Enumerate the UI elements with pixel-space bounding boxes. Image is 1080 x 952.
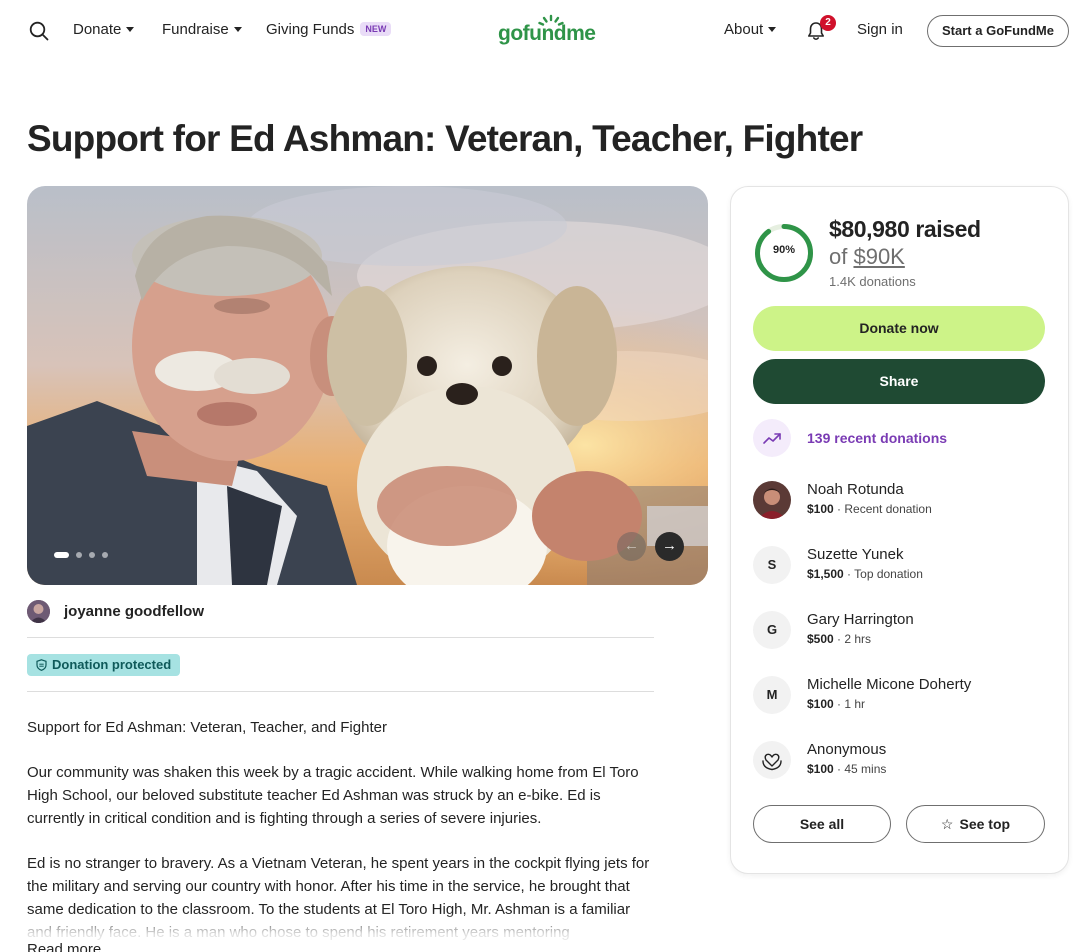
new-badge: NEW	[360, 22, 392, 36]
donor-note: · 1 hr	[833, 697, 866, 711]
donor-meta: $500 · 2 hrs	[807, 632, 871, 646]
search-icon[interactable]	[28, 20, 50, 42]
organizer-name[interactable]: joyanne goodfellow	[64, 603, 204, 620]
see-all-button[interactable]: See all	[753, 805, 891, 843]
divider	[27, 637, 654, 638]
nav-fundraise-label: Fundraise	[162, 21, 229, 38]
donor-meta: $100 · Recent donation	[807, 502, 932, 516]
heart-hands-icon	[753, 741, 791, 779]
gofundme-logo[interactable]: gofundme	[498, 14, 602, 48]
donor-name: Suzette Yunek	[807, 546, 904, 563]
site-header: Donate Fundraise Giving Funds NEW gofundm…	[0, 0, 1080, 62]
donor-note: · 45 mins	[833, 762, 887, 776]
donor-name: Anonymous	[807, 741, 887, 758]
gallery-next-button[interactable]: →	[655, 532, 684, 561]
donor-meta: $1,500 · Top donation	[807, 567, 923, 581]
hero-photo	[27, 186, 708, 585]
share-button[interactable]: Share	[753, 359, 1045, 404]
donate-now-button[interactable]: Donate now	[753, 306, 1045, 351]
donor-amount: $100	[807, 762, 834, 776]
story-fade-overlay	[0, 912, 700, 952]
chevron-down-icon	[126, 27, 135, 32]
start-gofundme-button[interactable]: Start a GoFundMe	[927, 15, 1069, 47]
donor-note: · Recent donation	[833, 502, 932, 516]
nav-fundraise[interactable]: Fundraise	[162, 21, 242, 38]
donor-initial-avatar: M	[753, 676, 791, 714]
donation-protected-badge[interactable]: Donation protected	[27, 654, 181, 676]
donor-meta: $100 · 1 hr	[807, 697, 865, 711]
shield-icon	[36, 659, 47, 671]
see-top-button[interactable]: ☆ See top	[906, 805, 1045, 843]
logo-text: gofundme	[498, 22, 596, 45]
donor-initial-avatar: S	[753, 546, 791, 584]
sign-in-link[interactable]: Sign in	[857, 21, 903, 38]
donor-name: Noah Rotunda	[807, 481, 904, 498]
page-title: Support for Ed Ashman: Veteran, Teacher,…	[27, 118, 863, 159]
donor-avatar	[753, 481, 791, 519]
nav-about-label: About	[724, 21, 764, 38]
recent-donations-link[interactable]: 139 recent donations	[807, 430, 947, 446]
donor-name: Michelle Micone Doherty	[807, 676, 972, 693]
donor-note: · Top donation	[843, 567, 923, 581]
donor-amount: $500	[807, 632, 834, 646]
donor-name: Gary Harrington	[807, 611, 914, 628]
chevron-down-icon	[768, 27, 777, 32]
donor-item: G Gary Harrington $500 · 2 hrs	[753, 611, 1053, 651]
donor-initial-avatar: G	[753, 611, 791, 649]
trending-up-icon	[753, 419, 791, 457]
donor-note: · 2 hrs	[833, 632, 872, 646]
donor-amount: $100	[807, 697, 834, 711]
star-icon: ☆	[940, 816, 954, 832]
notification-count-badge: 2	[820, 15, 836, 31]
donor-avatar-photo	[753, 481, 791, 519]
nav-giving-funds[interactable]: Giving Funds NEW	[266, 21, 392, 38]
donor-item: M Michelle Micone Doherty $100 · 1 hr	[753, 676, 1053, 716]
arrow-left-icon: ←	[624, 537, 639, 554]
divider	[27, 691, 654, 692]
campaign-hero-image[interactable]	[27, 186, 708, 585]
read-more-link[interactable]: Read more	[27, 941, 101, 952]
goal-prefix: of	[829, 244, 854, 269]
donor-item: S Suzette Yunek $1,500 · Top donation	[753, 546, 1053, 586]
donor-amount: $1,500	[807, 567, 844, 581]
progress-percent: 90%	[772, 244, 796, 256]
nav-about[interactable]: About	[724, 21, 777, 38]
donor-meta: $100 · 45 mins	[807, 762, 886, 776]
donor-item: Anonymous $100 · 45 mins	[753, 741, 1053, 781]
amount-raised: $80,980 raised	[829, 216, 981, 242]
gallery-dot[interactable]	[54, 552, 69, 558]
nav-donate[interactable]: Donate	[73, 21, 135, 38]
gallery-prev-button[interactable]: ←	[617, 532, 646, 561]
goal-amount: of $90K	[829, 244, 905, 270]
gallery-dot[interactable]	[89, 552, 95, 558]
nav-donate-label: Donate	[73, 21, 122, 38]
organizer-avatar-photo	[27, 600, 50, 623]
donation-protected-label: Donation protected	[52, 657, 172, 672]
chevron-down-icon	[233, 27, 242, 32]
goal-value: $90K	[853, 244, 905, 269]
organizer-avatar[interactable]	[27, 600, 50, 623]
donor-item: Noah Rotunda $100 · Recent donation	[753, 481, 1053, 521]
story-paragraph: Our community was shaken this week by a …	[27, 764, 639, 827]
story-paragraph: Support for Ed Ashman: Veteran, Teacher,…	[27, 719, 387, 736]
arrow-right-icon: →	[662, 537, 677, 554]
gallery-dot[interactable]	[76, 552, 82, 558]
see-top-label: See top	[959, 816, 1011, 832]
donor-amount: $100	[807, 502, 834, 516]
gallery-dot[interactable]	[102, 552, 108, 558]
nav-giving-funds-label: Giving Funds	[266, 21, 355, 38]
donation-count: 1.4K donations	[829, 274, 916, 289]
